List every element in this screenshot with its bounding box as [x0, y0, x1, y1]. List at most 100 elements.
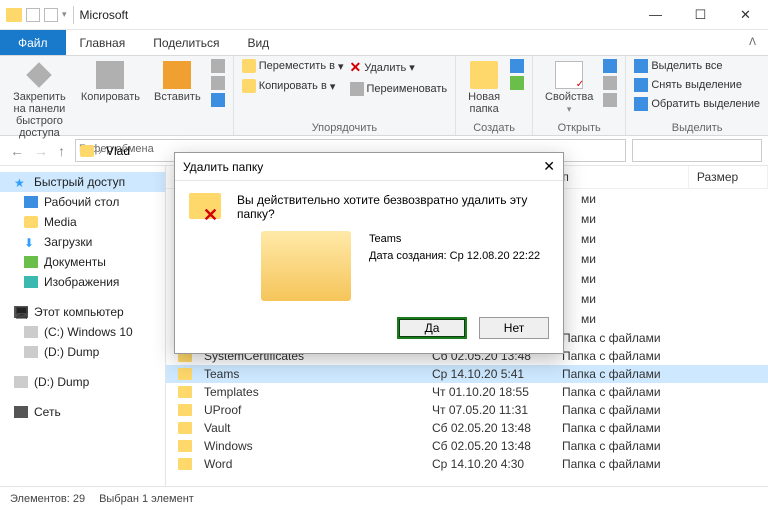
file-row[interactable]: WordСр 14.10.20 4:30Папка с файлами [166, 455, 768, 473]
dialog-warning-icon: ✕ [189, 193, 225, 229]
sidebar-drive-d2[interactable]: (D:) Dump [0, 372, 165, 392]
tab-share[interactable]: Поделиться [139, 30, 233, 55]
yes-button[interactable]: Да [397, 317, 467, 339]
pin-button[interactable]: Закрепить на панели быстрого доступа [8, 59, 71, 141]
maximize-button[interactable]: ☐ [678, 0, 723, 29]
folder-preview-icon [261, 231, 351, 301]
history-icon [603, 93, 617, 107]
history-button[interactable] [603, 93, 617, 107]
group-label: Упорядочить [242, 122, 447, 134]
group-label: Создать [464, 122, 524, 134]
pictures-icon [24, 276, 38, 288]
sidebar-desktop[interactable]: Рабочий стол [0, 192, 165, 212]
move-to-button[interactable]: Переместить в ▾ [242, 59, 344, 73]
folder-icon [178, 422, 192, 434]
forward-button[interactable]: → [34, 143, 48, 159]
dialog-title: Удалить папку [183, 160, 263, 174]
copy-to-button[interactable]: Копировать в ▾ [242, 79, 344, 93]
separator [73, 6, 74, 24]
no-button[interactable]: Нет [479, 317, 549, 339]
dialog-close-button[interactable]: ✕ [543, 158, 555, 175]
cut-icon [211, 59, 225, 73]
minimize-button[interactable]: — [633, 0, 678, 29]
paste-shortcut-button[interactable] [211, 93, 225, 107]
folder-icon [178, 440, 192, 452]
sidebar-downloads[interactable]: ⬇Загрузки [0, 232, 165, 252]
file-name: Teams [196, 366, 424, 382]
ribbon-collapse-icon[interactable]: ᐱ [737, 30, 768, 55]
sidebar-pictures[interactable]: Изображения [0, 272, 165, 292]
select-all-button[interactable]: Выделить все [634, 59, 760, 73]
sidebar-media[interactable]: Media [0, 212, 165, 232]
new-folder-button[interactable]: Новая папка [464, 59, 504, 117]
invert-selection-button[interactable]: Обратить выделение [634, 97, 760, 111]
pc-icon: 🖥 [14, 306, 28, 318]
rename-button[interactable]: Переименовать [350, 82, 448, 96]
file-row[interactable]: VaultСб 02.05.20 13:48Папка с файлами [166, 419, 768, 437]
qat-button[interactable] [26, 8, 40, 22]
file-date: Чт 01.10.20 18:55 [424, 384, 554, 400]
sidebar-drive-d[interactable]: (D:) Dump [0, 342, 165, 362]
delete-dialog: Удалить папку ✕ ✕ Вы действительно хотит… [174, 152, 564, 354]
sidebar-drive-c[interactable]: (C:) Windows 10 [0, 322, 165, 342]
copy-icon [96, 61, 124, 89]
obscured-type: ми [581, 269, 596, 289]
file-date: Ср 14.10.20 5:41 [424, 366, 554, 382]
file-row[interactable]: TemplatesЧт 01.10.20 18:55Папка с файлам… [166, 383, 768, 401]
group-open: ✓ Свойства ▾ Открыть [533, 56, 626, 135]
sidebar-this-pc[interactable]: 🖥Этот компьютер [0, 302, 165, 322]
file-row[interactable]: TeamsСр 14.10.20 5:41Папка с файлами [166, 365, 768, 383]
open-button[interactable] [603, 59, 617, 73]
edit-button[interactable] [603, 76, 617, 90]
search-input[interactable] [632, 139, 762, 162]
group-clipboard: Закрепить на панели быстрого доступа Коп… [0, 56, 234, 135]
tab-view[interactable]: Вид [233, 30, 283, 55]
breadcrumb[interactable]: Vlad [106, 144, 130, 158]
delete-button[interactable]: ✕Удалить ▾ [350, 59, 448, 76]
folder-icon [6, 8, 22, 22]
open-icon [603, 59, 617, 73]
cut-button[interactable] [211, 59, 225, 73]
dialog-created-date: Дата создания: Ср 12.08.20 22:22 [369, 248, 540, 265]
sidebar-documents[interactable]: Документы [0, 252, 165, 272]
file-name: Templates [196, 384, 424, 400]
copy-button[interactable]: Копировать [77, 59, 144, 105]
documents-icon [24, 256, 38, 268]
tab-file[interactable]: Файл [0, 30, 66, 55]
quick-access-toolbar: ▾ [6, 8, 67, 22]
qat-button[interactable] [44, 8, 58, 22]
file-type: Папка с файлами [554, 366, 704, 382]
file-row[interactable]: UProofЧт 07.05.20 11:31Папка с файлами [166, 401, 768, 419]
properties-button[interactable]: ✓ Свойства ▾ [541, 59, 597, 117]
copy-path-button[interactable] [211, 76, 225, 90]
qat-dropdown-icon[interactable]: ▾ [62, 9, 67, 20]
back-button[interactable]: ← [10, 143, 24, 159]
select-none-button[interactable]: Снять выделение [634, 78, 760, 92]
network-icon [14, 406, 28, 418]
easy-access-button[interactable] [510, 76, 524, 90]
file-name: Vault [196, 420, 424, 436]
invert-icon [634, 97, 648, 111]
column-size[interactable]: Размер [689, 166, 768, 188]
sidebar-quick-access[interactable]: ★Быстрый доступ [0, 172, 165, 192]
close-button[interactable]: ✕ [723, 0, 768, 29]
tab-home[interactable]: Главная [66, 30, 140, 55]
obscured-type: ми [581, 189, 596, 209]
paste-button[interactable]: Вставить [150, 59, 205, 105]
rename-icon [350, 82, 364, 96]
new-item-button[interactable] [510, 59, 524, 73]
up-button[interactable]: ↑ [58, 143, 65, 159]
sidebar-network[interactable]: Сеть [0, 402, 165, 422]
downloads-icon: ⬇ [24, 236, 38, 248]
edit-icon [603, 76, 617, 90]
group-label: Выделить [634, 122, 760, 134]
group-new: Новая папка Создать [456, 56, 533, 135]
ribbon: Закрепить на панели быстрого доступа Коп… [0, 56, 768, 136]
window-title: Microsoft [80, 8, 129, 22]
folder-icon [178, 386, 192, 398]
file-name: Windows [196, 438, 424, 454]
folder-icon [24, 216, 38, 228]
pin-icon [27, 62, 52, 87]
drive-icon [24, 326, 38, 338]
file-row[interactable]: WindowsСб 02.05.20 13:48Папка с файлами [166, 437, 768, 455]
